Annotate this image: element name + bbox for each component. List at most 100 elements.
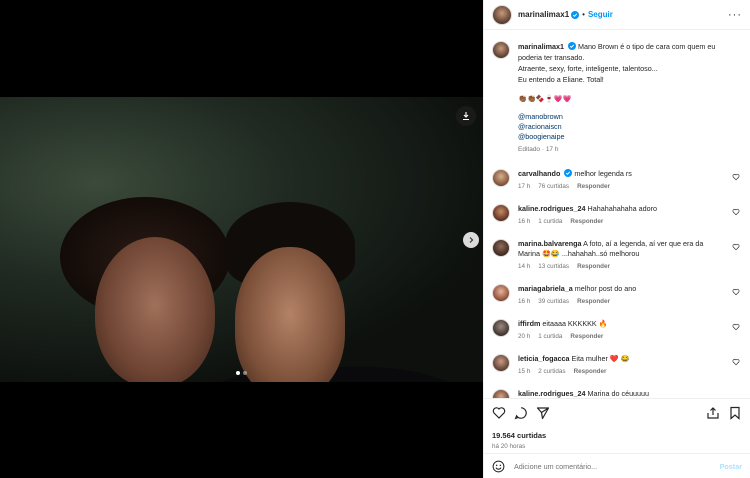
carousel-dot — [243, 371, 247, 375]
comment-avatar[interactable] — [492, 169, 510, 187]
heart-icon[interactable] — [732, 358, 740, 366]
caption-line: Mano Brown é o tipo de cara com quem eu — [577, 42, 716, 51]
follow-button[interactable]: Seguir — [588, 10, 613, 19]
photo-woman-face — [95, 237, 215, 382]
comment: iffirdm eitaaaa KKKKKK 🔥 20 h 1 curtida … — [492, 319, 742, 340]
comment-username[interactable]: marina.balvarenga — [518, 239, 582, 248]
post-comment-button[interactable]: Postar — [720, 462, 742, 471]
comment: marina.balvarenga A foto, aí a legenda, … — [492, 239, 742, 270]
comment-likes[interactable]: 76 curtidas — [538, 183, 569, 190]
verified-icon — [571, 10, 580, 19]
comment-icon[interactable] — [514, 406, 528, 420]
reply-button[interactable]: Responder — [570, 218, 603, 225]
post-panel: marinalimax1 • Seguir ··· marinalimax1 M… — [483, 0, 750, 478]
heart-icon[interactable] — [732, 208, 740, 216]
comment-text: eitaaaa KKKKKK 🔥 — [542, 319, 608, 328]
comment: carvalhando melhor legenda rs 17 h 76 cu… — [492, 169, 742, 190]
bookmark-icon[interactable] — [728, 406, 742, 420]
heart-icon[interactable] — [732, 173, 740, 181]
comment-username[interactable]: carvalhando — [518, 169, 560, 178]
header-separator: • — [582, 10, 585, 19]
comments-scroll[interactable]: marinalimax1 Mano Brown é o tipo de cara… — [484, 31, 750, 398]
comment-time: 17 h — [518, 183, 531, 190]
comment-likes[interactable]: 39 curtidas — [538, 298, 569, 305]
comment-time: 16 h — [518, 298, 531, 305]
next-image-button[interactable] — [463, 232, 479, 248]
heart-icon[interactable] — [732, 288, 740, 296]
mention-link[interactable]: @racionaiscn — [518, 122, 715, 132]
reply-button[interactable]: Responder — [574, 368, 607, 375]
media-area — [0, 0, 483, 478]
verified-icon — [567, 42, 576, 50]
comment-text: Marina do céuuuuu — [587, 389, 650, 398]
download-button[interactable] — [456, 106, 476, 126]
comment-username[interactable]: leticia_fogacca — [518, 354, 570, 363]
emoji-icon[interactable] — [492, 460, 505, 473]
photo-man-face — [235, 247, 345, 382]
post-header: marinalimax1 • Seguir ··· — [484, 0, 750, 30]
comment-text: Hahahahahaha adoro — [587, 204, 658, 213]
mention-link[interactable]: @boogienaipe — [518, 132, 715, 142]
carousel-dot-active — [236, 371, 240, 375]
comment: mariagabriela_a melhor post do ano 16 h … — [492, 284, 742, 305]
reply-button[interactable]: Responder — [577, 183, 610, 190]
comment-likes[interactable]: 2 curtidas — [538, 368, 565, 375]
download-icon — [463, 112, 469, 121]
reply-button[interactable]: Responder — [570, 333, 603, 340]
comment-text: A foto, aí a legenda, aí ver que era da — [583, 239, 704, 248]
comment-avatar[interactable] — [492, 319, 510, 337]
heart-icon[interactable] — [732, 243, 740, 251]
share-icon[interactable] — [536, 406, 550, 420]
caption-line: poderia ter transado. — [518, 53, 585, 62]
caption: marinalimax1 Mano Brown é o tipo de cara… — [492, 41, 742, 155]
comment-avatar[interactable] — [492, 389, 510, 398]
likes-count[interactable]: 19.564 curtidas — [492, 431, 742, 440]
comment-avatar[interactable] — [492, 354, 510, 372]
comment-likes[interactable]: 1 curtida — [538, 218, 562, 225]
comment-avatar[interactable] — [492, 284, 510, 302]
reply-button[interactable]: Responder — [577, 298, 610, 305]
comment: kaline.rodrigues_24 Hahahahahaha adoro 1… — [492, 204, 742, 225]
comment: leticia_fogacca Eita mulher ❤️ 😂 15 h 2 … — [492, 354, 742, 375]
caption-emojis: 👏🏾👏🏾🍫🍷💗💗 — [518, 94, 572, 103]
caption-links: @manobrown @racionaiscn @boogienaipe — [518, 112, 715, 142]
heart-icon[interactable] — [732, 323, 740, 331]
post-photo[interactable] — [0, 97, 483, 382]
more-options-icon[interactable]: ··· — [728, 9, 742, 21]
like-heart-icon[interactable] — [492, 406, 506, 420]
comment-username[interactable]: kaline.rodrigues_24 — [518, 389, 586, 398]
comment-time: 16 h — [518, 218, 531, 225]
verified-icon — [564, 169, 573, 177]
mention-link[interactable]: @manobrown — [518, 112, 715, 122]
caption-line: Atraente, sexy, forte, inteligente, tale… — [518, 64, 658, 73]
author-username[interactable]: marinalimax1 — [518, 10, 569, 19]
comment-text: Eita mulher ❤️ 😂 — [571, 354, 630, 363]
comment-avatar[interactable] — [492, 204, 510, 222]
comment-username[interactable]: mariagabriela_a — [518, 284, 573, 293]
post-modal: marinalimax1 • Seguir ··· marinalimax1 M… — [0, 0, 750, 478]
chevron-right-icon — [469, 237, 474, 243]
add-comment-bar: Adicione um comentário... Postar — [484, 453, 750, 478]
caption-meta: Editado · 17 h — [518, 146, 559, 153]
comment-likes[interactable]: 1 curtida — [538, 333, 562, 340]
comment-time: 14 h — [518, 263, 531, 270]
comment-avatar[interactable] — [492, 239, 510, 257]
caption-username[interactable]: marinalimax1 — [518, 42, 564, 51]
comment-likes[interactable]: 13 curtidas — [538, 263, 569, 270]
comment-text: melhor legenda rs — [574, 169, 632, 178]
reply-button[interactable]: Responder — [577, 263, 610, 270]
comment-input[interactable]: Adicione um comentário... — [514, 462, 720, 471]
author-avatar[interactable] — [492, 4, 512, 25]
caption-avatar[interactable] — [492, 41, 510, 59]
comment-username[interactable]: iffirdm — [518, 319, 540, 328]
comment-time: 15 h — [518, 368, 531, 375]
comment-username[interactable]: kaline.rodrigues_24 — [518, 204, 586, 213]
comment-text: melhor post do ano — [574, 284, 637, 293]
repost-icon[interactable] — [706, 406, 720, 420]
caption-line: Eu entendo a Eliane. Total! — [518, 75, 604, 84]
carousel-dots — [236, 371, 247, 375]
caption-text: marinalimax1 Mano Brown é o tipo de cara… — [518, 41, 715, 155]
post-time: há 20 horas — [492, 443, 526, 450]
comment-time: 20 h — [518, 333, 531, 340]
comment: kaline.rodrigues_24 Marina do céuuuuu — [492, 389, 742, 398]
